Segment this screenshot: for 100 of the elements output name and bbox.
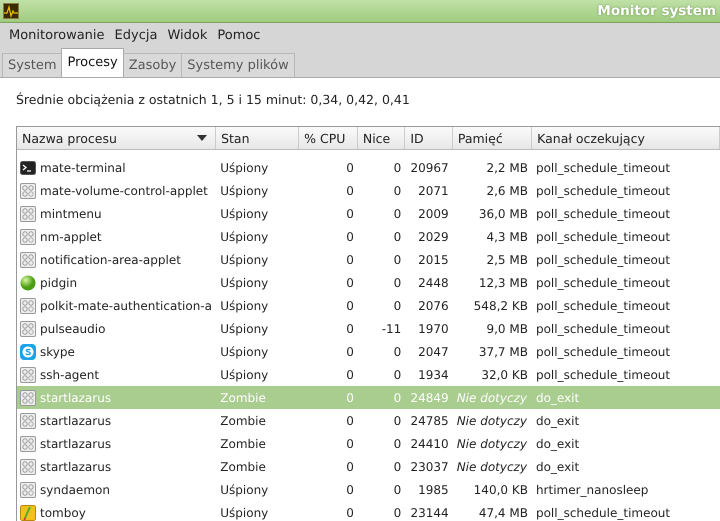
process-row[interactable]: startlazarus Zombie 0 0 24785 Nie dotyczy do_exit [17,409,720,432]
application-icon [20,298,36,314]
process-row[interactable]: mate-terminal Uśpiony 0 0 20967 2,2 MB poll_schedule_timeout [17,156,720,179]
column-header[interactable]: Nazwa procesu [17,127,216,149]
table-cell-text: 548,2 KB [472,298,529,312]
process-name: startlazarus [40,460,112,474]
table-cell-text: Nie dotyczy [456,436,528,450]
process-name: pidgin [40,276,78,290]
note-pencil-icon [20,504,36,520]
table-cell-text: do_exit [534,436,580,450]
table-cell-text: 37,7 MB [478,344,529,358]
process-name: syndaemon [40,482,110,496]
application-icon [20,252,36,268]
table-cell-text: 0 [345,184,355,198]
tab[interactable]: System [2,53,62,77]
table-cell-text: Uśpiony [219,506,270,520]
process-row[interactable]: pidgin Uśpiony 0 0 2448 12,3 MB poll_schedule_timeout [17,271,720,294]
table-cell-text: poll_schedule_timeout [534,206,672,220]
table-cell-text: 140,0 KB [472,482,529,496]
application-icon [20,228,36,244]
table-cell-text: Uśpiony [219,160,270,174]
process-row[interactable]: startlazarus Zombie 0 0 23037 Nie dotyczy do_exit [17,455,720,478]
process-row[interactable]: notification-area-applet Uśpiony 0 0 2015 2,5 MB poll_schedule_timeout [17,248,720,271]
column-header[interactable]: ID [405,127,453,149]
process-row[interactable]: syndaemon Uśpiony 0 0 1985 140,0 KB hrtimer_nanosleep [17,478,720,501]
process-name: mintmenu [40,206,102,220]
process-name: tomboy [40,506,86,520]
process-row[interactable]: polkit-mate-authentication-a Uśpiony 0 0 2076 548,2 KB poll_schedule_timeout [17,294,720,317]
table-cell-text: 0 [392,184,402,198]
column-header[interactable]: % CPU [299,127,358,149]
application-icon [20,482,36,498]
monitor-graph-icon [3,3,19,19]
table-cell-text: 1985 [417,482,450,496]
menu-item[interactable]: Pomoc [212,26,266,44]
table-cell-text: poll_schedule_timeout [534,298,672,312]
table-cell-text: 24785 [410,414,450,428]
table-cell-text: 0 [345,368,355,382]
table-cell-text: 2029 [417,230,450,244]
table-cell-text: Uśpiony [219,322,270,336]
table-cell-text: Zombie [219,390,267,404]
column-header[interactable]: Stan [216,127,300,149]
table-cell-text: 0 [345,344,355,358]
process-name: notification-area-applet [40,252,181,266]
column-header[interactable]: Kanał oczekujący [532,127,720,149]
table-cell-text: 0 [392,344,402,358]
table-cell-text: 20967 [410,160,450,174]
s-logo-icon [20,344,36,360]
table-cell-text: 0 [392,206,402,220]
table-cell-text: poll_schedule_timeout [534,344,672,358]
table-cell-text: 12,3 MB [478,276,529,290]
process-row[interactable]: skype Uśpiony 0 0 2047 37,7 MB poll_schedule_timeout [17,340,720,363]
table-cell-text: 0 [345,414,355,428]
table-cell-text: Uśpiony [219,184,270,198]
table-cell-text: Nie dotyczy [456,390,528,404]
load-average-text: Średnie obciążenia z ostatnich 1, 5 i 15 minut: 0,34, 0,42, 0,41 [16,92,411,109]
table-cell-text: Nie dotyczy [456,414,528,428]
table-cell-text: 47,4 MB [478,506,529,520]
menu-item[interactable]: Edycja [110,26,162,44]
application-icon [20,390,36,406]
process-row[interactable]: nm-applet Uśpiony 0 0 2029 4,3 MB poll_schedule_timeout [17,225,720,248]
table-cell-text: Uśpiony [219,230,270,244]
table-cell-text: do_exit [534,390,580,404]
table-cell-text: poll_schedule_timeout [534,506,672,520]
tab[interactable]: Procesy [61,48,124,77]
table-cell-text: Uśpiony [219,298,270,312]
table-cell-text: 0 [345,460,355,474]
table-cell-text: Uśpiony [219,206,270,220]
ball-icon [20,274,36,290]
table-cell-text: poll_schedule_timeout [534,252,672,266]
process-row[interactable]: startlazarus Zombie 0 0 24410 Nie dotyczy do_exit [17,432,720,455]
table-cell-text: 0 [345,482,355,496]
table-cell-text: hrtimer_nanosleep [534,482,650,496]
window-title: Monitor system [597,3,716,19]
table-cell-text: 0 [392,368,402,382]
process-row[interactable]: pulseaudio Uśpiony 0 -11 1970 9,0 MB poll_schedule_timeout [17,317,720,340]
table-cell-text: poll_schedule_timeout [534,230,672,244]
table-cell-text: -11 [380,322,402,336]
process-name: startlazarus [40,436,112,450]
process-row[interactable]: mintmenu Uśpiony 0 0 2009 36,0 MB poll_schedule_timeout [17,202,720,225]
application-icon [20,412,36,428]
tab[interactable]: Systemy plików [181,53,295,77]
table-cell-text: 1934 [417,368,450,382]
column-header[interactable]: Pamięć [452,127,532,149]
table-cell-text: 2076 [417,298,450,312]
menu-item[interactable]: Widok [162,26,212,44]
table-cell-text: 0 [392,230,402,244]
table-cell-text: 0 [345,206,355,220]
table-cell-text: 0 [392,436,402,450]
table-cell-text: 0 [392,298,402,312]
menu-item[interactable]: Monitorowanie [4,26,110,44]
table-cell-text: 0 [345,252,355,266]
table-cell-text: 0 [345,276,355,290]
process-row[interactable]: ssh-agent Uśpiony 0 0 1934 32,0 KB poll_schedule_timeout [17,363,720,386]
table-cell-text: poll_schedule_timeout [534,322,672,336]
table-cell-text: 1970 [417,322,450,336]
table-cell-text: 24410 [410,436,450,450]
table-cell-text: 2,5 MB [485,252,529,266]
column-header[interactable]: Nice [358,127,406,149]
process-row[interactable]: mate-volume-control-applet Uśpiony 0 0 2071 2,6 MB poll_schedule_timeout [17,179,720,202]
process-row[interactable]: tomboy Uśpiony 0 0 23144 47,4 MB poll_schedule_timeout [17,501,720,521]
